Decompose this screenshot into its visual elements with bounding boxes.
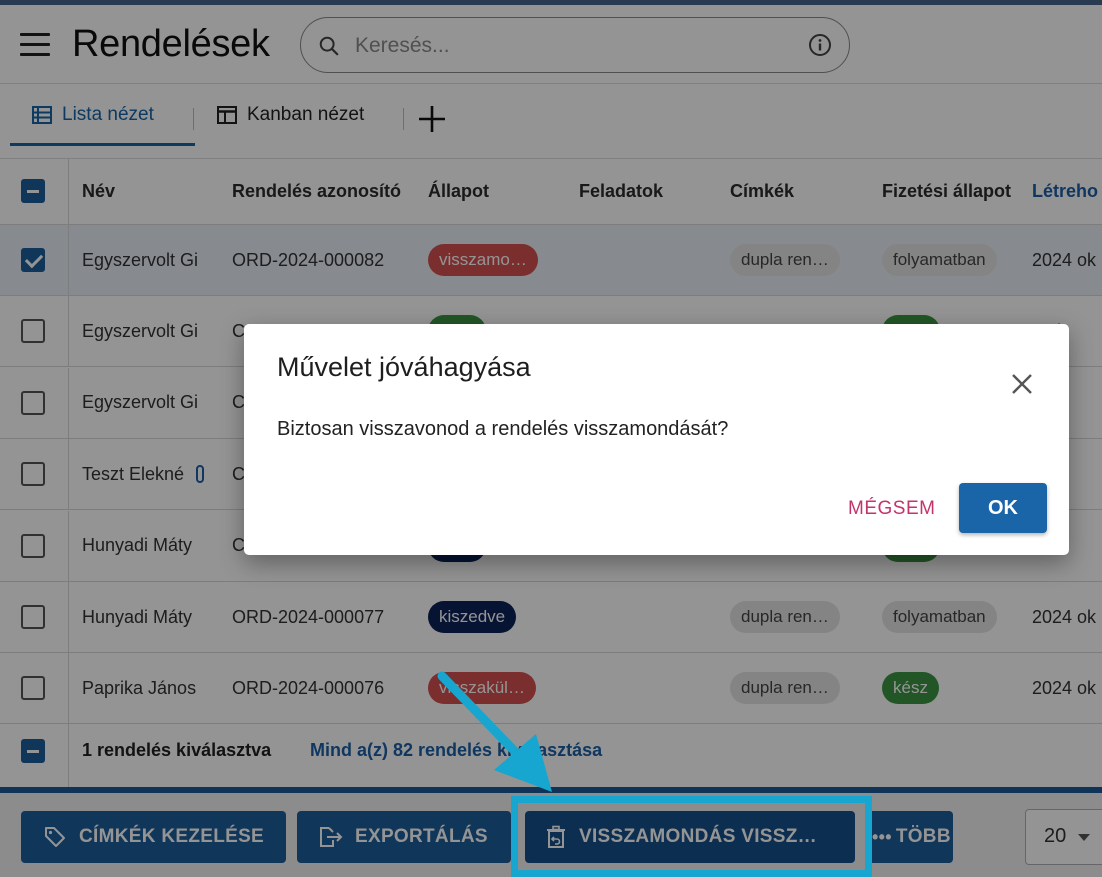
confirm-dialog: Művelet jóváhagyása Biztosan visszavonod… (244, 324, 1069, 555)
ok-button[interactable]: OK (959, 483, 1047, 533)
dialog-title: Művelet jóváhagyása (277, 352, 531, 382)
highlight-box (511, 796, 872, 877)
cancel-button[interactable]: MÉGSEM (842, 487, 941, 531)
close-icon[interactable] (1008, 370, 1036, 398)
dialog-message: Biztosan visszavonod a rendelés visszamo… (277, 418, 729, 440)
